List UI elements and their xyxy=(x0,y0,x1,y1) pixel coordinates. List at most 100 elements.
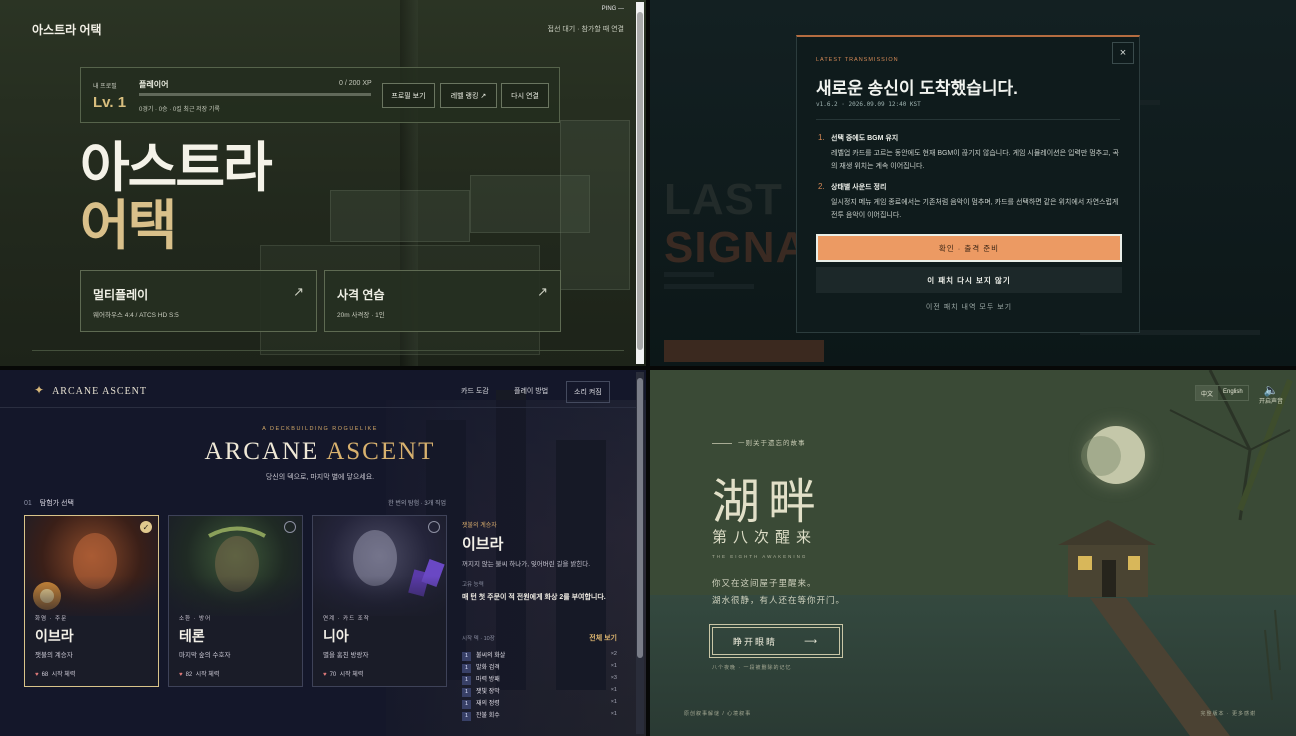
mode-subtitle: 웨어하우스 4:4 / ATCS HD S:5 xyxy=(93,312,179,319)
card-cost: 1 xyxy=(462,652,471,661)
item-number: 1. xyxy=(818,133,825,142)
hero-title-line1: 아스트라 xyxy=(80,138,273,198)
divider xyxy=(816,119,1120,120)
connection-status: 접선 대기 · 참가할 때 연결 xyxy=(547,26,624,33)
sound-toggle-button[interactable]: 소리 켜짐 xyxy=(566,381,610,403)
deck-row[interactable]: 1 불씨의 화살 ×2 xyxy=(462,650,617,661)
card-count: ×1 xyxy=(610,687,617,693)
hero-epithet: 마지막 숲의 수호자 xyxy=(179,652,231,659)
language-switch[interactable]: 中文 English xyxy=(1195,385,1249,401)
card-name: 잿빛 장막 xyxy=(476,689,500,695)
hero-card-theron[interactable]: 소환 · 방어 테론 마지막 숲의 수호자 ♥ 82 시작 체력 xyxy=(168,515,303,687)
footer-right: 完整版本 · 更多感谢 xyxy=(1200,711,1256,717)
bonus-label: 고유 능력 xyxy=(462,582,484,588)
hero-card-nia[interactable]: 연계 · 카드 조작 니아 별을 훔친 방랑자 ♥ 70 시작 체력 xyxy=(312,515,447,687)
shooting-practice-button[interactable]: 사격 연습 20m 사격장 · 1인 ↗ xyxy=(324,270,561,332)
hero-role: 소환 · 방어 xyxy=(179,616,212,622)
speaker-muted-icon: 🔈 xyxy=(1263,383,1279,397)
logo-text: ARCANE ASCENT xyxy=(52,386,148,397)
hero-hp: ♥ 82 시작 체력 xyxy=(179,672,220,678)
card-count: ×1 xyxy=(610,663,617,669)
version-line: v1.6.2 · 2026.09.09 12:40 KST xyxy=(816,101,921,108)
profile-card: 내 프로필 Lv. 1 플레이어 0 / 200 XP 0경기 · 0승 · 0… xyxy=(80,67,560,123)
scrollbar-thumb[interactable] xyxy=(637,12,643,350)
mode-title: 멀티플레이 xyxy=(93,288,149,302)
hero-hp: ♥ 70 시작 체력 xyxy=(323,672,364,678)
hero-role: 연계 · 카드 조작 xyxy=(323,616,370,622)
mode-title: 사격 연습 xyxy=(337,288,385,302)
hint-text: 八个夜晚 · 一段被删除的记忆 xyxy=(712,665,792,671)
background-button xyxy=(664,340,824,362)
button-label: 睁开眼睛 xyxy=(733,636,778,647)
hero-epithet: 별을 훔친 방랑자 xyxy=(323,652,369,659)
card-cost: 1 xyxy=(462,712,471,721)
sound-toggle-button[interactable]: 🔈 开启声音 xyxy=(1256,384,1286,405)
open-eyes-button[interactable]: 睁开眼睛 ⟶ xyxy=(709,624,843,658)
deck-header: 시작 덱 · 10장 전체 보기 xyxy=(462,634,617,642)
scrollbar[interactable] xyxy=(636,372,644,734)
level-ranking-button[interactable]: 레벨 랭킹 ↗ xyxy=(440,83,497,108)
patch-modal: LATEST TRANSMISSION × 새로운 송신이 도착했습니다. v1… xyxy=(796,35,1140,333)
xp-text: 0 / 200 XP xyxy=(339,80,372,87)
modal-tag: LATEST TRANSMISSION xyxy=(816,57,899,63)
card-name: 재의 정령 xyxy=(476,701,500,707)
external-arrow-icon: ↗ xyxy=(293,284,304,299)
section-title: 탐험가 선택 xyxy=(39,500,74,507)
lang-zh[interactable]: 中文 xyxy=(1196,386,1219,400)
compass-star-icon: ✦ xyxy=(34,383,46,397)
item-body: 레벨업 카드를 고르는 동안에도 현재 BGM이 끊기지 않습니다. 게임 시뮬… xyxy=(831,150,1119,170)
card-name: 발화 검격 xyxy=(476,665,500,671)
card-count: ×1 xyxy=(610,711,617,717)
view-profile-button[interactable]: 프로필 보기 xyxy=(382,83,435,108)
multiplayer-button[interactable]: 멀티플레이 웨어하우스 4:4 / ATCS HD S:5 ↗ xyxy=(80,270,317,332)
card-count: ×2 xyxy=(610,651,617,657)
card-count: ×3 xyxy=(610,675,617,681)
kicker: 一则关于遗忘的故事 xyxy=(712,437,806,447)
hero-name: 니아 xyxy=(323,628,349,644)
xp-progress-bar xyxy=(139,93,371,96)
scrollbar-thumb[interactable] xyxy=(637,378,643,658)
deck-row[interactable]: 1 마력 방패 ×3 xyxy=(462,674,617,685)
modal-title: 새로운 송신이 도착했습니다. xyxy=(816,79,1018,98)
hero-title: 아스트라 어택 xyxy=(80,138,273,255)
nav-how-to-play[interactable]: 플레이 방법 xyxy=(507,381,555,401)
detail-kicker: 잿불의 계승자 xyxy=(462,523,497,529)
nav-card-codex[interactable]: 카드 도감 xyxy=(454,381,496,401)
intro-text: 你又在这间屋子里醒来。 湖水很静，有人还在等你开门。 xyxy=(712,575,845,609)
view-all-patches-link[interactable]: 이전 패치 내역 모두 보기 xyxy=(816,302,1122,312)
sound-label: 开启声音 xyxy=(1258,399,1283,405)
arcane-ascent-panel: ✦ ARCANE ASCENT 카드 도감 플레이 방법 소리 켜짐 A DECK… xyxy=(0,370,646,736)
profile-label: 내 프로필 xyxy=(93,84,117,90)
card-name: 잔불 회수 xyxy=(476,713,500,719)
background-text xyxy=(664,284,754,289)
hero-card-ibra[interactable]: ✓ 화염 · 주문 이브라 잿불의 계승자 ♥ 68 시작 체력 xyxy=(24,515,159,687)
item-heading: 상태별 사운드 정리 xyxy=(831,184,887,191)
intro-line: 你又在这间屋子里醒来。 xyxy=(712,578,817,588)
player-name: 플레이어 xyxy=(139,80,169,89)
arrow-right-icon: ⟶ xyxy=(804,635,819,646)
item-body: 일시정지 메뉴 게임 종료에서는 기존처럼 음악이 멈추며, 카드를 선택하면 … xyxy=(831,199,1119,219)
deck-row[interactable]: 1 발화 검격 ×1 xyxy=(462,662,617,673)
item-number: 2. xyxy=(818,182,825,191)
patch-notes-panel: LAST SIGNA LATEST TRANSMISSION × 새로운 송신이… xyxy=(650,0,1296,366)
confirm-button[interactable]: 확인 · 출격 준비 xyxy=(816,234,1122,262)
deck-label: 시작 덱 · 10장 xyxy=(462,636,495,642)
card-name: 불씨의 화살 xyxy=(476,653,506,659)
view-all-deck-link[interactable]: 전체 보기 xyxy=(589,633,617,643)
hero-hp: ♥ 68 시작 체력 xyxy=(35,672,76,678)
card-count: ×1 xyxy=(610,699,617,705)
deck-row[interactable]: 1 잔불 회수 ×1 xyxy=(462,710,617,721)
detail-description: 꺼지지 않는 불씨 하나가, 잊어버린 길을 밝힌다. xyxy=(462,561,591,568)
scrollbar[interactable] xyxy=(636,2,644,364)
heart-icon: ♥ xyxy=(179,672,183,678)
deck-row[interactable]: 1 재의 정령 ×1 xyxy=(462,698,617,709)
reconnect-button[interactable]: 다시 연결 xyxy=(501,83,549,108)
lang-en[interactable]: English xyxy=(1218,386,1248,400)
selected-check-icon: ✓ xyxy=(140,521,152,533)
background-text xyxy=(664,272,714,277)
card-cost: 1 xyxy=(462,688,471,697)
game-title: ARCANE ASCENT xyxy=(0,438,640,466)
close-icon[interactable]: × xyxy=(1112,42,1134,64)
dont-show-again-button[interactable]: 이 패치 다시 보지 않기 xyxy=(816,267,1122,293)
deck-row[interactable]: 1 잿빛 장막 ×1 xyxy=(462,686,617,697)
